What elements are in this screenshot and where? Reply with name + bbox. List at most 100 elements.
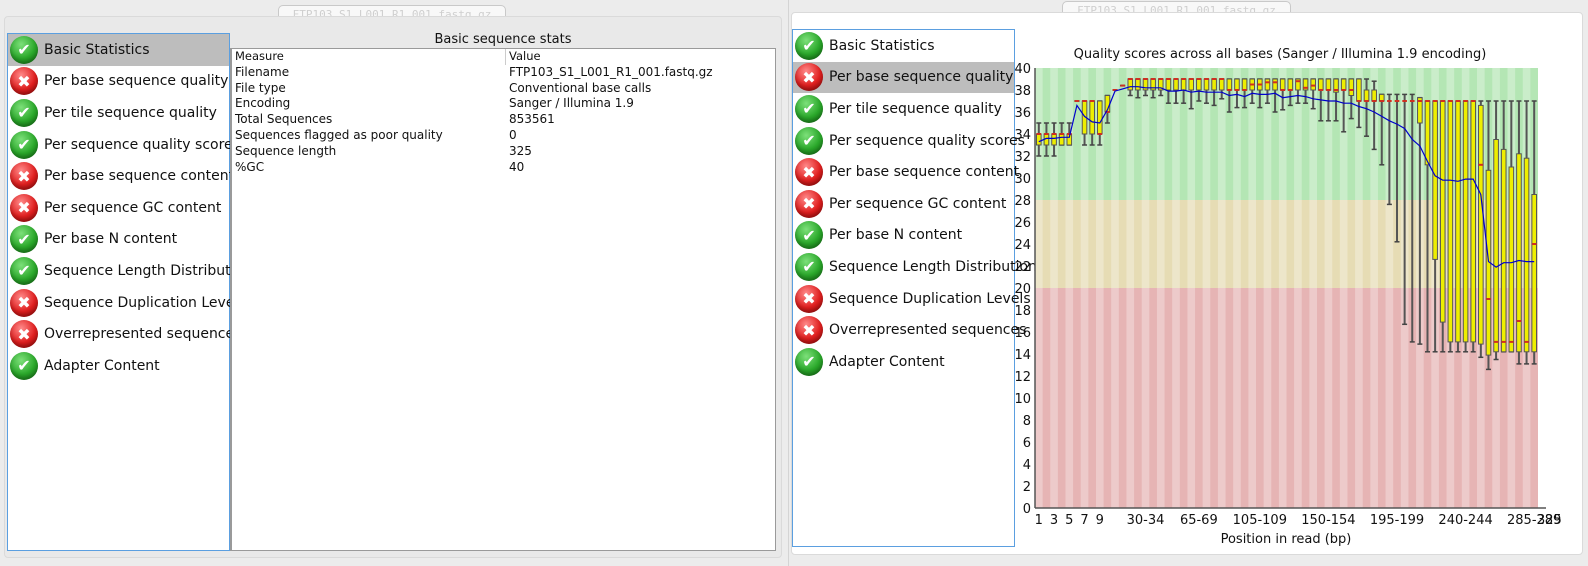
iqr-box <box>1287 78 1294 91</box>
iqr-box <box>1371 89 1377 102</box>
check-circle-icon: ✔ <box>795 221 823 250</box>
cross-circle-icon: ✖ <box>10 193 38 222</box>
module-item-per-tile-sequence-quality[interactable]: ✔ Per tile sequence quality <box>793 93 1014 125</box>
module-item-overrepresented-sequences[interactable]: ✖ Overrepresented sequences <box>793 314 1026 346</box>
iqr-box <box>1096 100 1103 135</box>
iqr-box <box>1051 133 1057 146</box>
stats-row[interactable]: %GC 40 <box>232 160 775 176</box>
module-item-per-sequence-quality-scores[interactable]: ✔ Per sequence quality scores <box>8 129 240 161</box>
y-tick-label: 14 <box>1014 348 1031 363</box>
cross-circle-icon: ✖ <box>10 288 38 317</box>
column-header-measure[interactable]: Measure <box>232 49 505 65</box>
check-circle-icon: ✔ <box>10 256 38 285</box>
column-stripe <box>1324 68 1333 508</box>
iqr-box <box>1165 78 1172 91</box>
y-tick-label: 2 <box>1023 480 1031 495</box>
module-label: Basic Statistics <box>829 37 935 54</box>
cross-circle-icon: ✖ <box>795 316 823 345</box>
iqr-box <box>1127 78 1134 91</box>
column-stripe <box>1278 68 1287 508</box>
module-item-sequence-length-distribution[interactable]: ✔ Sequence Length Distribution <box>8 255 252 287</box>
x-tick-label: 240-244 <box>1438 513 1492 528</box>
y-tick-label: 40 <box>1014 62 1031 77</box>
iqr-box <box>1432 100 1438 260</box>
iqr-box <box>1310 78 1316 91</box>
iqr-box <box>1363 89 1370 102</box>
module-label: Per sequence quality scores <box>829 132 1025 149</box>
module-item-per-sequence-quality-scores[interactable]: ✔ Per sequence quality scores <box>793 125 1025 157</box>
y-tick-label: 6 <box>1023 436 1031 451</box>
x-tick-label: 1 <box>1035 513 1043 528</box>
column-stripe <box>1187 68 1196 508</box>
x-tick-label: 325 <box>1537 513 1562 528</box>
module-item-sequence-length-distribution[interactable]: ✔ Sequence Length Distribution <box>793 251 1037 283</box>
cross-circle-icon: ✖ <box>10 162 38 191</box>
x-tick-label: 3 <box>1050 513 1058 528</box>
y-tick-label: 8 <box>1023 414 1031 429</box>
module-item-sequence-duplication-levels[interactable]: ✖ Sequence Duplication Levels <box>793 283 1031 315</box>
measure-cell: Total Sequences <box>235 112 333 127</box>
module-item-per-base-n-content[interactable]: ✔ Per base N content <box>8 224 229 256</box>
box-column <box>1470 100 1477 353</box>
column-header-value[interactable]: Value <box>505 49 775 65</box>
check-circle-icon: ✔ <box>795 347 823 376</box>
module-item-per-sequence-gc-content[interactable]: ✖ Per sequence GC content <box>8 192 229 224</box>
column-stripe <box>1263 68 1272 508</box>
value-cell: Sanger / Illumina 1.9 <box>509 96 634 111</box>
module-item-overrepresented-sequences[interactable]: ✖ Overrepresented sequences <box>8 318 241 350</box>
iqr-box <box>1089 100 1095 135</box>
module-item-per-base-sequence-content[interactable]: ✖ Per base sequence content <box>8 160 234 192</box>
stats-row[interactable]: Sequences flagged as poor quality 0 <box>232 128 775 144</box>
stats-row[interactable]: Filename FTP103_S1_L001_R1_001.fastq.gz <box>232 65 775 81</box>
check-circle-icon: ✔ <box>10 351 38 380</box>
module-item-adapter-content[interactable]: ✔ Adapter Content <box>8 350 229 382</box>
x-axis-label: Position in read (bp) <box>1221 532 1352 547</box>
iqr-box <box>1173 78 1179 91</box>
check-circle-icon: ✔ <box>10 130 38 159</box>
module-label: Per base sequence content <box>44 168 235 185</box>
column-stripe <box>1126 68 1135 508</box>
chart-title: Quality scores across all bases (Sanger … <box>1074 47 1487 62</box>
cross-circle-icon: ✖ <box>10 67 38 96</box>
measure-cell: %GC <box>235 159 265 174</box>
iqr-box <box>1500 148 1507 353</box>
module-item-basic-statistics[interactable]: ✔ Basic Statistics <box>8 34 229 66</box>
stats-row[interactable]: Total Sequences 853561 <box>232 112 775 128</box>
module-item-per-base-sequence-quality[interactable]: ✖ Per base sequence quality <box>793 61 1014 94</box>
iqr-box <box>1508 166 1515 353</box>
module-label: Per sequence GC content <box>829 195 1007 212</box>
iqr-box <box>1180 78 1187 91</box>
module-item-sequence-duplication-levels[interactable]: ✖ Sequence Duplication Levels <box>8 287 246 319</box>
iqr-box <box>1493 139 1499 353</box>
iqr-box <box>1036 133 1042 146</box>
module-item-basic-statistics[interactable]: ✔ Basic Statistics <box>793 30 1014 62</box>
module-item-per-base-sequence-quality[interactable]: ✖ Per base sequence quality <box>8 66 229 98</box>
value-cell: 325 <box>509 143 532 158</box>
iqr-box <box>1279 78 1286 91</box>
stats-row[interactable]: File type Conventional base calls <box>232 81 775 97</box>
y-tick-label: 36 <box>1014 106 1031 121</box>
column-stripe <box>1339 68 1348 508</box>
module-item-per-sequence-gc-content[interactable]: ✖ Per sequence GC content <box>793 188 1014 220</box>
module-item-adapter-content[interactable]: ✔ Adapter Content <box>793 346 1014 378</box>
iqr-box <box>1218 78 1225 91</box>
module-item-per-base-sequence-content[interactable]: ✖ Per base sequence content <box>793 156 1019 188</box>
iqr-box <box>1317 78 1324 91</box>
x-tick-label: 9 <box>1096 513 1104 528</box>
column-stripe <box>1141 68 1150 508</box>
module-item-per-tile-sequence-quality[interactable]: ✔ Per tile sequence quality <box>8 97 229 129</box>
iqr-box <box>1516 153 1522 353</box>
module-label: Per sequence quality scores <box>44 136 240 153</box>
y-tick-label: 4 <box>1023 458 1031 473</box>
module-item-per-base-n-content[interactable]: ✔ Per base N content <box>793 220 1014 252</box>
iqr-box <box>1135 78 1141 91</box>
stats-row[interactable]: Sequence length 325 <box>232 144 775 160</box>
iqr-box <box>1348 78 1355 96</box>
check-circle-icon: ✔ <box>795 252 823 281</box>
stats-row[interactable]: Encoding Sanger / Illumina 1.9 <box>232 96 775 112</box>
y-tick-label: 32 <box>1014 150 1031 165</box>
module-label: Per base sequence quality <box>829 69 1014 86</box>
iqr-box <box>1356 78 1362 102</box>
module-list: ✔ Basic Statistics ✖ Per base sequence qual… <box>7 33 252 551</box>
check-circle-icon: ✔ <box>795 94 823 123</box>
